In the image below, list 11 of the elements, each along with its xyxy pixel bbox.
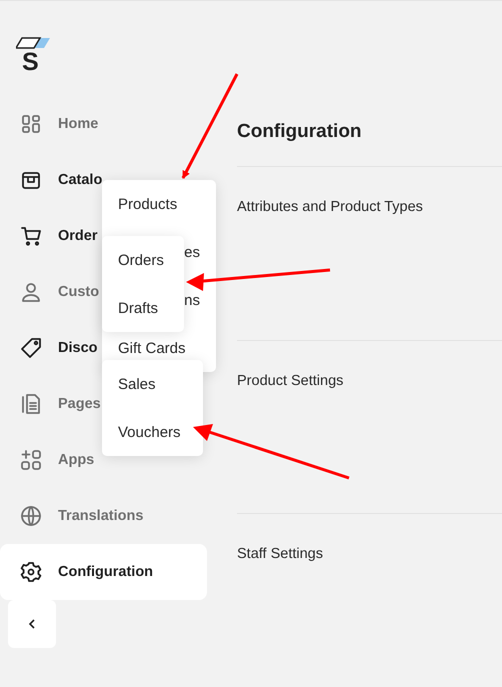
sidebar-label: Custo [58, 284, 100, 300]
sidebar-label: Translations [58, 508, 144, 524]
sidebar-label: Catalo [58, 172, 102, 188]
sidebar-label: Pages [58, 396, 101, 412]
page-title: Configuration [237, 120, 363, 144]
logo: S [16, 36, 56, 84]
sidebar-label: Apps [58, 452, 94, 468]
sidebar-label: Home [58, 116, 98, 132]
sidebar-label: Configuration [58, 564, 154, 580]
sidebar-label: Disco [58, 340, 98, 356]
sidebar-label: Order [58, 228, 98, 244]
